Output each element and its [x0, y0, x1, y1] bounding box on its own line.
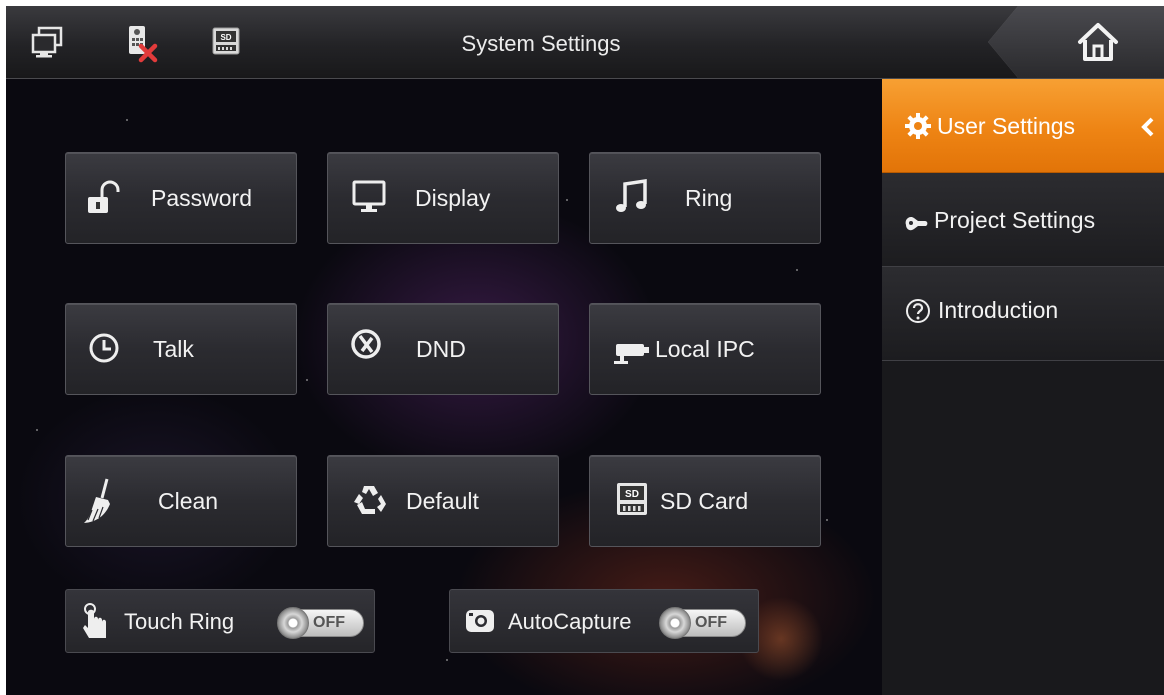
dnd-button[interactable]: DND [327, 303, 559, 395]
dnd-label: DND [416, 336, 466, 362]
password-button[interactable]: Password [65, 152, 297, 244]
chevron-left-icon [1140, 116, 1156, 137]
svg-text:SD: SD [625, 489, 639, 500]
touch-ring-label: Touch Ring [124, 609, 235, 634]
toggle-knob [659, 607, 691, 639]
sd-card-icon[interactable]: SD [208, 20, 248, 64]
sidebar-item-project-settings[interactable]: Project Settings [882, 173, 1164, 267]
talk-label: Talk [153, 336, 194, 362]
clean-button[interactable]: Clean [65, 455, 297, 547]
monitor-icon [350, 177, 390, 217]
sd-card-button[interactable]: SD SD Card [589, 455, 821, 547]
touch-ring-toggle[interactable]: OFF [277, 607, 364, 639]
display-button[interactable]: Display [327, 152, 559, 244]
autocapture-state: OFF [695, 614, 727, 631]
camera-icon [612, 332, 652, 372]
recycle-icon [350, 480, 390, 520]
sidebar: User Settings Project Settings Introduct… [882, 79, 1164, 695]
screen: SD System Settings Password Display Ring… [6, 6, 1164, 695]
sd-card-icon: SD [614, 480, 654, 520]
default-button[interactable]: Default [327, 455, 559, 547]
wrench-icon [902, 207, 930, 235]
password-label: Password [151, 185, 252, 211]
clock-icon [86, 328, 126, 368]
touch-hand-icon [80, 602, 112, 642]
touch-ring-row: Touch Ring OFF [65, 589, 375, 653]
autocapture-toggle[interactable]: OFF [659, 607, 746, 639]
star [796, 269, 798, 271]
talk-button[interactable]: Talk [65, 303, 297, 395]
star [826, 519, 828, 521]
clean-label: Clean [158, 488, 219, 514]
star [566, 199, 568, 201]
display-label: Display [415, 185, 491, 211]
svg-text:SD: SD [220, 33, 231, 42]
sidebar-item-label: Project Settings [934, 207, 1096, 233]
sidebar-empty-area [882, 361, 1164, 695]
intercom-disconnected-icon[interactable] [121, 20, 161, 64]
ring-button[interactable]: Ring [589, 152, 821, 244]
toggle-knob [277, 607, 309, 639]
music-note-icon [612, 177, 652, 217]
sidebar-item-user-settings[interactable]: User Settings [882, 79, 1164, 173]
page-title: System Settings [461, 31, 621, 56]
help-icon [904, 297, 932, 325]
monitor-icon[interactable] [28, 20, 68, 64]
star [126, 119, 128, 121]
broom-icon [80, 476, 120, 526]
autocapture-label: AutoCapture [508, 609, 632, 634]
autocapture-row: AutoCapture OFF [449, 589, 759, 653]
padlock-open-icon [84, 177, 124, 217]
star [306, 379, 308, 381]
star [36, 429, 38, 431]
ring-label: Ring [685, 185, 733, 211]
sidebar-item-introduction[interactable]: Introduction [882, 267, 1164, 361]
local-ipc-label: Local IPC [655, 336, 755, 362]
home-icon[interactable] [1074, 18, 1122, 66]
touch-ring-state: OFF [313, 614, 345, 631]
top-bar: SD System Settings [6, 6, 1164, 79]
local-ipc-button[interactable]: Local IPC [589, 303, 821, 395]
do-not-disturb-icon [348, 324, 388, 364]
camera-icon [464, 606, 498, 636]
star [446, 659, 448, 661]
sidebar-item-label: User Settings [937, 113, 1076, 139]
sd-card-label: SD Card [660, 488, 749, 514]
main-area: Password Display Ring Talk DND Local IPC… [6, 79, 882, 695]
gear-icon [904, 112, 932, 140]
sidebar-item-label: Introduction [938, 297, 1059, 323]
default-label: Default [406, 488, 479, 514]
